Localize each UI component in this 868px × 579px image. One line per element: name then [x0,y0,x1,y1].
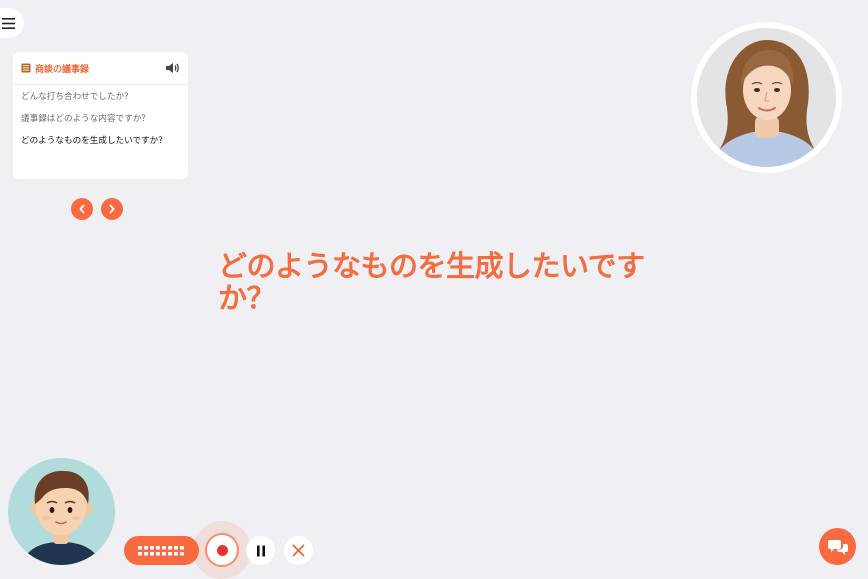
question-card: 商談の議事録 どんな打ち合わせでしたか？ 議事録はどのような内容ですか？ どのよ… [13,52,188,179]
chevron-right-icon [109,204,115,214]
agent-portrait [697,28,836,167]
prev-button[interactable] [71,198,93,220]
card-title: 商談の議事録 [35,64,90,75]
notebook-icon [21,63,31,73]
speaker-icon[interactable] [164,60,180,76]
current-question: どのようなものを生成したいですか？ [218,249,645,315]
chat-bubbles-icon [827,539,848,555]
close-icon [292,544,305,557]
next-button[interactable] [101,198,123,220]
chevron-left-icon [79,204,85,214]
record-icon [216,544,228,556]
menu-button[interactable] [0,8,24,38]
record-button[interactable] [205,533,239,567]
agent-avatar [691,22,842,173]
pause-icon [256,545,265,556]
question-item-active[interactable]: どのようなものを生成したいですか？ [21,136,171,147]
question-item[interactable]: どんな打ち合わせでしたか？ [21,92,180,103]
close-button[interactable] [284,536,313,565]
question-item[interactable]: 議事録はどのような内容ですか？ [21,114,180,125]
card-header: 商談の議事録 [13,52,188,85]
chat-button[interactable] [819,528,856,565]
keyboard-icon [137,545,184,555]
hamburger-menu-icon [2,17,15,29]
user-avatar-illustration [8,458,115,565]
user-avatar [8,458,115,565]
pause-button[interactable] [246,536,275,565]
question-list: どんな打ち合わせでしたか？ 議事録はどのような内容ですか？ どのようなものを生成… [13,85,188,147]
keyboard-button[interactable] [124,536,199,565]
